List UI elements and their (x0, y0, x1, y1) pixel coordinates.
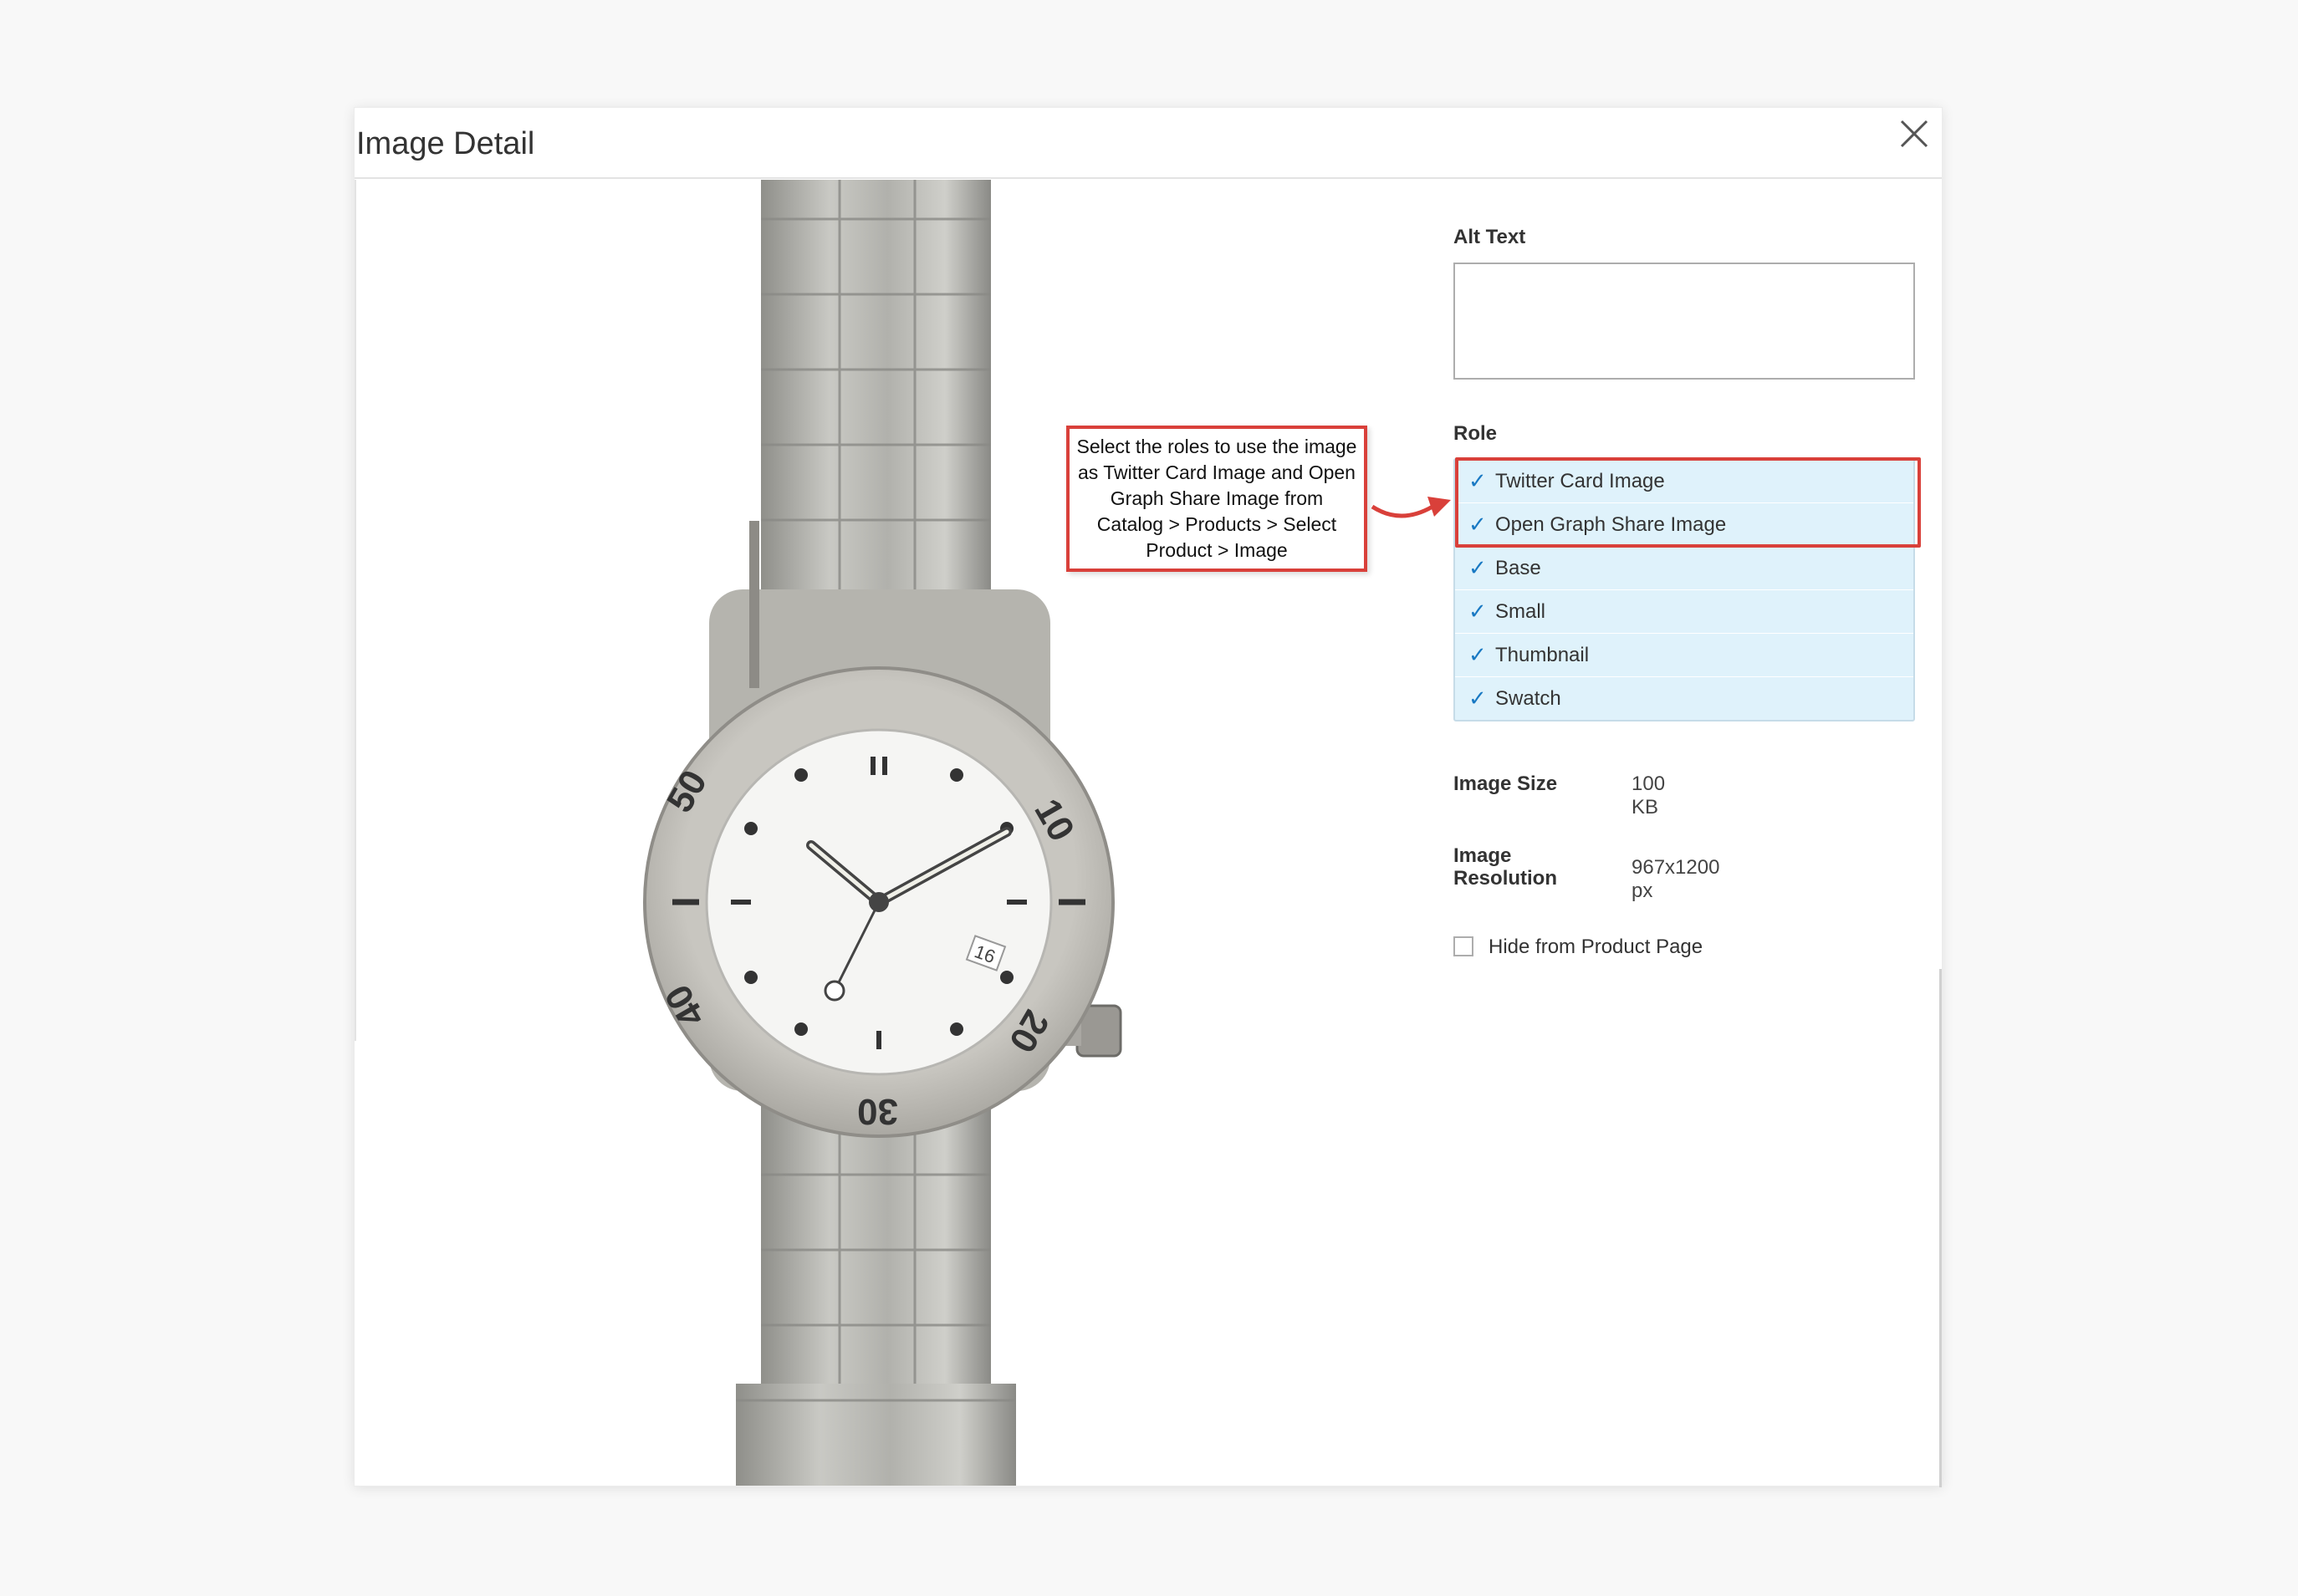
hide-from-product-page-label[interactable]: Hide from Product Page (1489, 936, 1703, 959)
callout-arrow-icon (1371, 497, 1451, 518)
instruction-callout: Select the roles to use the image as Twi… (1066, 426, 1367, 572)
image-resolution-label: Image Resolution (1453, 844, 1557, 890)
role-option-swatch[interactable]: ✓ Swatch (1455, 677, 1913, 720)
check-icon: ✓ (1468, 686, 1487, 711)
role-option-label: Small (1495, 600, 1546, 623)
image-size-label: Image Size (1453, 773, 1558, 795)
role-option-thumbnail[interactable]: ✓ Thumbnail (1455, 634, 1913, 677)
modal-title: Image Detail (356, 126, 535, 161)
image-size-value: 100 KB (1632, 773, 1666, 818)
divider (1939, 969, 1942, 1487)
role-option-label: Thumbnail (1495, 644, 1590, 666)
role-option-label: Swatch (1495, 687, 1561, 710)
role-option-base[interactable]: ✓ Base (1455, 547, 1913, 590)
watch-image: 10 20 30 40 50 16 (643, 180, 1122, 1486)
callout-text: Select the roles to use the image as Twi… (1076, 436, 1357, 561)
check-icon: ✓ (1468, 599, 1487, 624)
role-highlight-box (1455, 457, 1921, 548)
check-icon: ✓ (1468, 642, 1487, 667)
close-icon (1900, 120, 1928, 148)
bezel-number: 30 (857, 1091, 898, 1132)
role-option-small[interactable]: ✓ Small (1455, 590, 1913, 634)
product-image: 10 20 30 40 50 16 (355, 180, 1392, 1486)
alt-text-input[interactable] (1453, 263, 1915, 380)
alt-text-label: Alt Text (1453, 226, 1526, 248)
modal-header: Image Detail (355, 108, 1942, 179)
image-resolution-value: 967x1200 px (1632, 856, 1720, 902)
role-label: Role (1453, 422, 1498, 445)
close-button[interactable] (1890, 110, 1938, 158)
check-icon: ✓ (1468, 555, 1487, 580)
hide-from-product-page-checkbox[interactable] (1453, 936, 1473, 956)
role-option-label: Base (1495, 557, 1541, 579)
